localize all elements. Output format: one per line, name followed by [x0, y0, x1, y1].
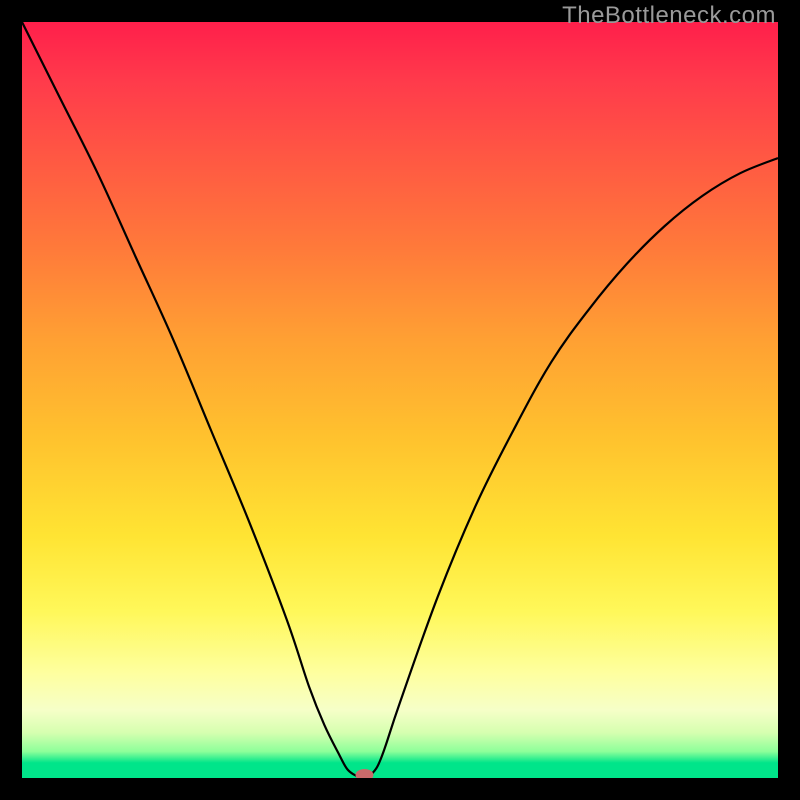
chart-frame: TheBottleneck.com — [0, 0, 800, 800]
bottleneck-curve — [22, 22, 778, 778]
watermark-text: TheBottleneck.com — [562, 2, 776, 30]
optimal-marker — [355, 769, 373, 778]
plot-area — [22, 22, 778, 778]
curve-path — [22, 22, 778, 778]
